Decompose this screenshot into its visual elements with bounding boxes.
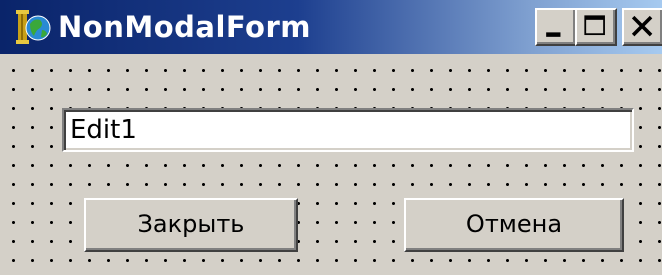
close-button-label: Закрыть bbox=[137, 210, 245, 238]
form-window: NonModalForm Закрыть Отмена bbox=[0, 0, 662, 275]
edit1-field[interactable] bbox=[62, 108, 634, 152]
window-title: NonModalForm bbox=[58, 10, 311, 44]
maximize-button[interactable] bbox=[575, 8, 617, 46]
maximize-icon bbox=[584, 15, 605, 36]
cancel-button-label: Отмена bbox=[465, 210, 563, 238]
close-button[interactable]: Закрыть bbox=[84, 198, 298, 252]
cancel-button[interactable]: Отмена bbox=[404, 198, 624, 252]
title-bar[interactable]: NonModalForm bbox=[0, 0, 662, 54]
minimize-button[interactable] bbox=[535, 8, 577, 46]
minimize-icon bbox=[546, 32, 561, 37]
close-window-button[interactable] bbox=[622, 8, 662, 46]
close-icon bbox=[631, 15, 653, 37]
app-icon[interactable] bbox=[14, 8, 52, 46]
